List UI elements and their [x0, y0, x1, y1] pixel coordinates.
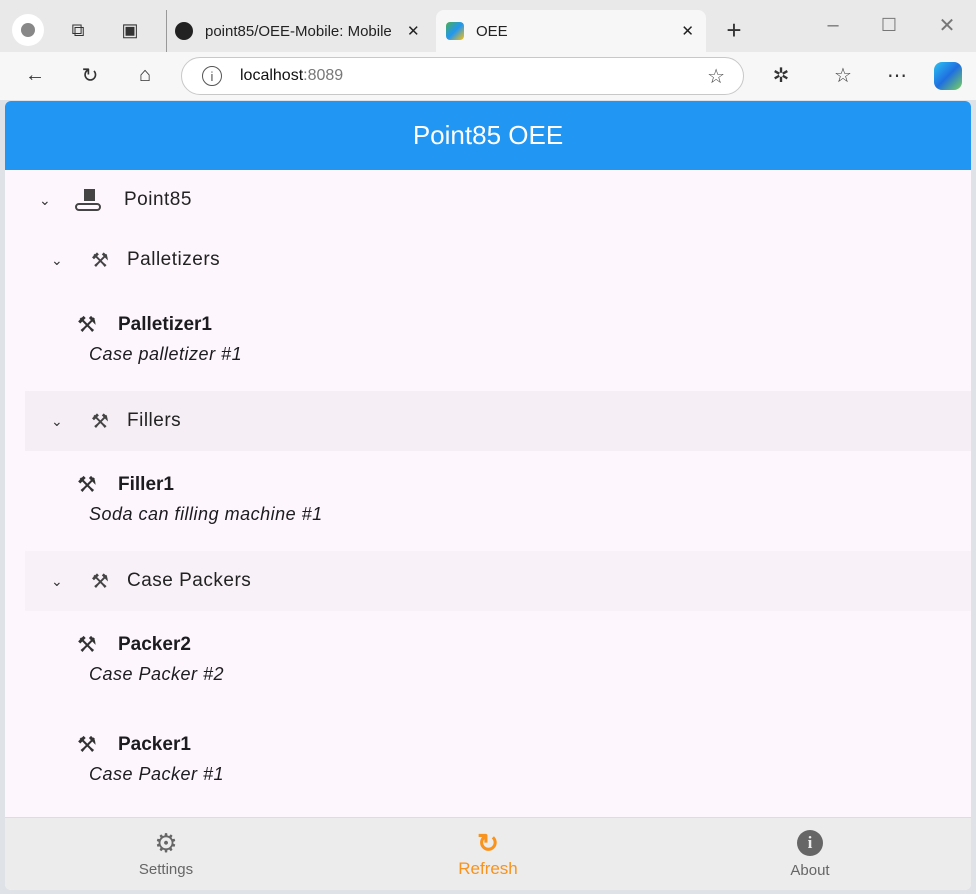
chevron-down-icon[interactable]: ⌄ [51, 252, 71, 269]
robot-arm-icon: ⚒ [91, 410, 110, 433]
gear-icon: ⚙ [154, 828, 178, 858]
favorites-icon[interactable]: ☆ [828, 60, 858, 90]
enterprise-icon [75, 189, 101, 211]
chevron-down-icon[interactable]: ⌄ [51, 573, 71, 590]
refresh-icon: ↻ [477, 827, 499, 858]
info-icon: i [797, 830, 823, 856]
address-bar[interactable]: i localhost:8089 ☆ [181, 57, 744, 95]
chevron-down-icon[interactable]: ⌄ [51, 413, 71, 430]
workspaces-icon[interactable]: ⧉ [62, 14, 94, 46]
oee-favicon [446, 22, 464, 40]
favorite-star-icon[interactable]: ☆ [707, 64, 725, 89]
close-tab-icon[interactable]: ✕ [407, 22, 420, 40]
chevron-down-icon[interactable]: ⌄ [39, 192, 59, 209]
maximize-icon[interactable]: ☐ [874, 10, 904, 40]
nav-about[interactable]: i About [649, 818, 971, 890]
copilot-icon[interactable] [934, 62, 962, 90]
tree-node-palletizers[interactable]: ⌄ ⚒ Palletizers [25, 230, 971, 290]
github-icon [175, 22, 193, 40]
nav-refresh[interactable]: ↻ Refresh [327, 818, 649, 890]
tools-icon: ⚒ [77, 472, 97, 497]
robot-arm-icon: ⚒ [91, 249, 110, 272]
tools-icon: ⚒ [77, 312, 97, 337]
tools-icon: ⚒ [77, 732, 97, 757]
equipment-item[interactable]: ⚒ Packer1 Case Packer #1 [5, 720, 971, 800]
robot-arm-icon: ⚒ [91, 570, 110, 593]
info-icon[interactable]: i [202, 66, 222, 86]
close-window-icon[interactable]: ✕ [932, 10, 962, 40]
extensions-icon[interactable]: ✲ [766, 60, 796, 90]
bottom-navigation: ⚙ Settings ↻ Refresh i About [5, 817, 971, 890]
close-tab-icon[interactable]: ✕ [681, 22, 694, 40]
equipment-item[interactable]: ⚒ Filler1 Soda can filling machine #1 [5, 460, 971, 540]
tree-node-point85[interactable]: ⌄ Point85 [25, 170, 971, 230]
tree-node-case-packers[interactable]: ⌄ ⚒ Case Packers [25, 551, 971, 611]
nav-settings[interactable]: ⚙ Settings [5, 818, 327, 890]
tools-icon: ⚒ [77, 632, 97, 657]
app-window: Point85 OEE ⌄ Point85 ⌄ ⚒ Palletizers ⚒ … [5, 101, 971, 890]
minimize-icon[interactable]: – [818, 10, 848, 40]
new-tab-icon[interactable]: + [718, 14, 750, 46]
tab-github[interactable]: point85/OEE-Mobile: Mobile ✕ [166, 10, 434, 52]
profile-icon[interactable] [12, 14, 44, 46]
app-header: Point85 OEE [5, 101, 971, 170]
page-title: Point85 OEE [412, 120, 564, 150]
tab-oee[interactable]: OEE ✕ [436, 10, 706, 52]
equipment-item[interactable]: ⚒ Palletizer1 Case palletizer #1 [5, 300, 971, 380]
tree-node-fillers[interactable]: ⌄ ⚒ Fillers [25, 391, 971, 451]
tab-strip: ⧉ ▣ point85/OEE-Mobile: Mobile ✕ OEE ✕ +… [0, 0, 976, 52]
home-icon[interactable]: ⌂ [130, 60, 160, 90]
back-icon[interactable]: ← [20, 60, 50, 90]
vertical-tabs-icon[interactable]: ▣ [114, 14, 146, 46]
reload-icon[interactable]: ↻ [75, 60, 105, 90]
more-icon[interactable]: ⋯ [882, 60, 912, 90]
equipment-item[interactable]: ⚒ Packer2 Case Packer #2 [5, 620, 971, 700]
